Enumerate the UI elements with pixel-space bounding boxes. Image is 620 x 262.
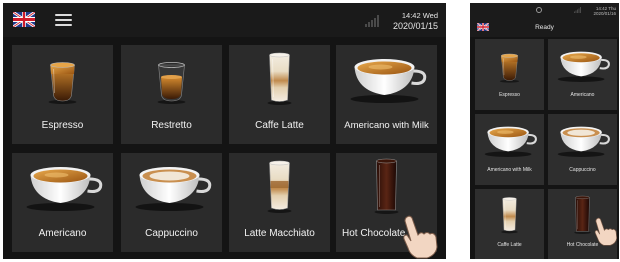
espresso-glass-icon xyxy=(475,41,544,87)
drink-label: Americano with Milk xyxy=(344,120,429,131)
drink-label: Cappuccino xyxy=(569,167,596,173)
drink-label: Americano xyxy=(38,228,87,239)
clock: 14:42 Wed 2020/01/15 xyxy=(368,10,438,32)
touch-hand-icon xyxy=(592,216,618,246)
touch-hand-icon xyxy=(399,213,439,259)
drink-label: Restretto xyxy=(151,120,192,131)
drink-label: Americano xyxy=(570,92,595,98)
americano-with-milk-cup-icon xyxy=(475,116,544,162)
clock-time: 14:42 Wed xyxy=(401,11,438,20)
caffe-latte-glass-icon xyxy=(229,47,330,107)
drink-tile-espresso[interactable]: Espresso xyxy=(475,39,544,110)
caffe-latte-glass-icon xyxy=(475,191,544,237)
americano-with-milk-cup-icon xyxy=(336,47,437,107)
drink-tile-espresso[interactable]: Espresso xyxy=(12,45,113,144)
restretto-glass-icon xyxy=(121,47,222,107)
machine-status: Ready xyxy=(535,24,554,31)
drink-tile-caffe-latte[interactable]: Caffe Latte xyxy=(475,189,544,259)
compact-screen: 14:42 Thu 2020/01/16 Ready Espresso Amer… xyxy=(470,3,619,259)
cappuccino-cup-icon xyxy=(121,155,222,215)
hamburger-menu-icon[interactable] xyxy=(55,14,72,26)
drink-tile-restretto[interactable]: Restretto xyxy=(121,45,222,144)
drink-tile-americano[interactable]: Americano xyxy=(12,153,113,252)
drink-label: Espresso xyxy=(41,120,84,131)
drink-tile-caffe-latte[interactable]: Caffe Latte xyxy=(229,45,330,144)
drink-tile-cappuccino[interactable]: Cappuccino xyxy=(548,114,617,185)
espresso-glass-icon xyxy=(12,47,113,107)
uk-flag-icon[interactable] xyxy=(13,12,35,27)
hot-chocolate-glass-icon xyxy=(336,155,437,215)
drink-label: Caffe Latte xyxy=(255,120,304,131)
drink-tile-americano-with-milk[interactable]: Americano with Milk xyxy=(475,114,544,185)
clock-date: 2020/01/16 xyxy=(593,11,616,16)
drink-label: Espresso xyxy=(499,92,520,98)
status-bar: 14:42 Wed 2020/01/15 xyxy=(3,3,446,37)
drink-label: Latte Macchiato xyxy=(244,228,315,239)
drink-label: Cappuccino xyxy=(145,228,198,239)
drink-label: Americano with Milk xyxy=(487,167,532,173)
cappuccino-cup-icon xyxy=(548,116,617,162)
drink-tile-latte-macchiato[interactable]: Latte Macchiato xyxy=(229,153,330,252)
americano-cup-icon xyxy=(548,41,617,87)
americano-cup-icon xyxy=(12,155,113,215)
drink-tile-americano-with-milk[interactable]: Americano with Milk xyxy=(336,45,437,144)
drink-tile-americano[interactable]: Americano xyxy=(548,39,617,110)
main-screen: 14:42 Wed 2020/01/15 Espresso Restretto … xyxy=(3,3,446,259)
compact-clock: 14:42 Thu 2020/01/16 xyxy=(576,6,616,16)
latte-macchiato-glass-icon xyxy=(229,155,330,215)
clock-date: 2020/01/15 xyxy=(392,21,438,31)
status-dot-icon xyxy=(536,7,542,13)
drink-tile-cappuccino[interactable]: Cappuccino xyxy=(121,153,222,252)
drink-label: Caffe Latte xyxy=(497,242,522,248)
compact-status-bar: 14:42 Thu 2020/01/16 Ready xyxy=(470,3,619,37)
